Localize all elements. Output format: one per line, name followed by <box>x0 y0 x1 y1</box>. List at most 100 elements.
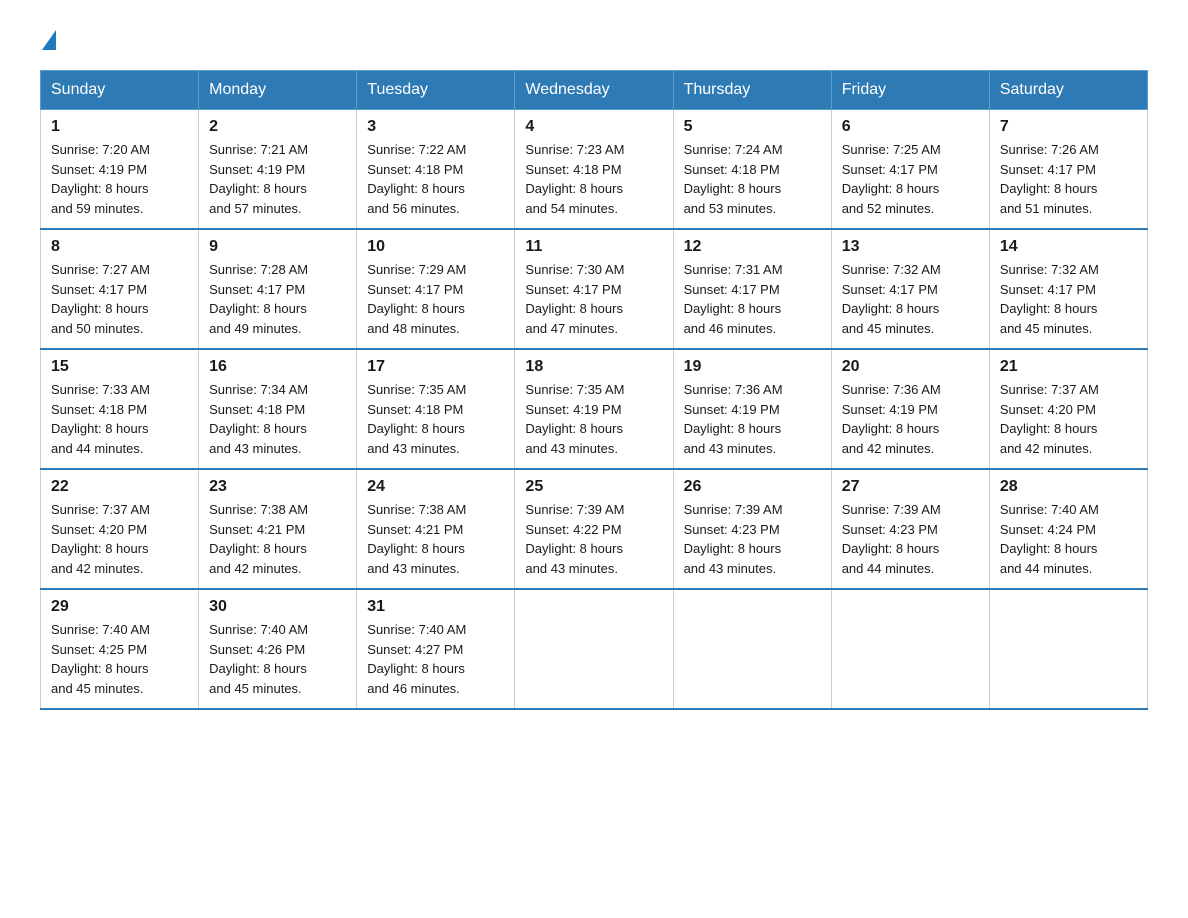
day-number: 19 <box>684 358 821 376</box>
weekday-header-sunday: Sunday <box>41 71 199 110</box>
calendar-cell: 12 Sunrise: 7:31 AMSunset: 4:17 PMDaylig… <box>673 229 831 349</box>
calendar-week-row: 15 Sunrise: 7:33 AMSunset: 4:18 PMDaylig… <box>41 349 1148 469</box>
day-number: 8 <box>51 238 188 256</box>
day-info: Sunrise: 7:36 AMSunset: 4:19 PMDaylight:… <box>684 382 783 456</box>
day-info: Sunrise: 7:32 AMSunset: 4:17 PMDaylight:… <box>1000 262 1099 336</box>
calendar-cell: 17 Sunrise: 7:35 AMSunset: 4:18 PMDaylig… <box>357 349 515 469</box>
day-number: 31 <box>367 598 504 616</box>
calendar-cell <box>673 589 831 709</box>
day-info: Sunrise: 7:23 AMSunset: 4:18 PMDaylight:… <box>525 142 624 216</box>
day-number: 30 <box>209 598 346 616</box>
weekday-header-row: SundayMondayTuesdayWednesdayThursdayFrid… <box>41 71 1148 110</box>
calendar-cell: 29 Sunrise: 7:40 AMSunset: 4:25 PMDaylig… <box>41 589 199 709</box>
day-info: Sunrise: 7:32 AMSunset: 4:17 PMDaylight:… <box>842 262 941 336</box>
day-info: Sunrise: 7:38 AMSunset: 4:21 PMDaylight:… <box>367 502 466 576</box>
day-info: Sunrise: 7:37 AMSunset: 4:20 PMDaylight:… <box>1000 382 1099 456</box>
weekday-header-monday: Monday <box>199 71 357 110</box>
weekday-header-wednesday: Wednesday <box>515 71 673 110</box>
weekday-header-tuesday: Tuesday <box>357 71 515 110</box>
calendar-cell: 18 Sunrise: 7:35 AMSunset: 4:19 PMDaylig… <box>515 349 673 469</box>
day-info: Sunrise: 7:34 AMSunset: 4:18 PMDaylight:… <box>209 382 308 456</box>
calendar-cell: 22 Sunrise: 7:37 AMSunset: 4:20 PMDaylig… <box>41 469 199 589</box>
calendar-cell: 21 Sunrise: 7:37 AMSunset: 4:20 PMDaylig… <box>989 349 1147 469</box>
weekday-header-friday: Friday <box>831 71 989 110</box>
day-number: 9 <box>209 238 346 256</box>
day-number: 26 <box>684 478 821 496</box>
calendar-cell: 6 Sunrise: 7:25 AMSunset: 4:17 PMDayligh… <box>831 110 989 230</box>
calendar-cell: 13 Sunrise: 7:32 AMSunset: 4:17 PMDaylig… <box>831 229 989 349</box>
calendar-cell: 7 Sunrise: 7:26 AMSunset: 4:17 PMDayligh… <box>989 110 1147 230</box>
day-number: 4 <box>525 118 662 136</box>
day-number: 10 <box>367 238 504 256</box>
day-info: Sunrise: 7:35 AMSunset: 4:18 PMDaylight:… <box>367 382 466 456</box>
day-info: Sunrise: 7:30 AMSunset: 4:17 PMDaylight:… <box>525 262 624 336</box>
calendar-cell: 5 Sunrise: 7:24 AMSunset: 4:18 PMDayligh… <box>673 110 831 230</box>
day-info: Sunrise: 7:20 AMSunset: 4:19 PMDaylight:… <box>51 142 150 216</box>
day-info: Sunrise: 7:40 AMSunset: 4:27 PMDaylight:… <box>367 622 466 696</box>
day-number: 7 <box>1000 118 1137 136</box>
calendar-table: SundayMondayTuesdayWednesdayThursdayFrid… <box>40 70 1148 710</box>
day-number: 27 <box>842 478 979 496</box>
day-number: 17 <box>367 358 504 376</box>
day-number: 5 <box>684 118 821 136</box>
calendar-cell: 15 Sunrise: 7:33 AMSunset: 4:18 PMDaylig… <box>41 349 199 469</box>
day-number: 20 <box>842 358 979 376</box>
calendar-week-row: 22 Sunrise: 7:37 AMSunset: 4:20 PMDaylig… <box>41 469 1148 589</box>
page-header <box>40 30 1148 50</box>
day-number: 12 <box>684 238 821 256</box>
day-info: Sunrise: 7:40 AMSunset: 4:25 PMDaylight:… <box>51 622 150 696</box>
day-info: Sunrise: 7:40 AMSunset: 4:26 PMDaylight:… <box>209 622 308 696</box>
day-info: Sunrise: 7:37 AMSunset: 4:20 PMDaylight:… <box>51 502 150 576</box>
calendar-cell <box>515 589 673 709</box>
day-number: 18 <box>525 358 662 376</box>
day-number: 22 <box>51 478 188 496</box>
calendar-cell: 19 Sunrise: 7:36 AMSunset: 4:19 PMDaylig… <box>673 349 831 469</box>
day-number: 28 <box>1000 478 1137 496</box>
day-info: Sunrise: 7:29 AMSunset: 4:17 PMDaylight:… <box>367 262 466 336</box>
day-number: 13 <box>842 238 979 256</box>
calendar-cell: 10 Sunrise: 7:29 AMSunset: 4:17 PMDaylig… <box>357 229 515 349</box>
day-info: Sunrise: 7:35 AMSunset: 4:19 PMDaylight:… <box>525 382 624 456</box>
day-number: 21 <box>1000 358 1137 376</box>
day-info: Sunrise: 7:27 AMSunset: 4:17 PMDaylight:… <box>51 262 150 336</box>
calendar-week-row: 1 Sunrise: 7:20 AMSunset: 4:19 PMDayligh… <box>41 110 1148 230</box>
weekday-header-saturday: Saturday <box>989 71 1147 110</box>
calendar-cell: 2 Sunrise: 7:21 AMSunset: 4:19 PMDayligh… <box>199 110 357 230</box>
calendar-cell: 14 Sunrise: 7:32 AMSunset: 4:17 PMDaylig… <box>989 229 1147 349</box>
calendar-cell: 11 Sunrise: 7:30 AMSunset: 4:17 PMDaylig… <box>515 229 673 349</box>
calendar-cell: 23 Sunrise: 7:38 AMSunset: 4:21 PMDaylig… <box>199 469 357 589</box>
day-info: Sunrise: 7:38 AMSunset: 4:21 PMDaylight:… <box>209 502 308 576</box>
day-number: 24 <box>367 478 504 496</box>
calendar-week-row: 29 Sunrise: 7:40 AMSunset: 4:25 PMDaylig… <box>41 589 1148 709</box>
day-info: Sunrise: 7:31 AMSunset: 4:17 PMDaylight:… <box>684 262 783 336</box>
day-number: 25 <box>525 478 662 496</box>
logo <box>40 30 58 50</box>
day-info: Sunrise: 7:24 AMSunset: 4:18 PMDaylight:… <box>684 142 783 216</box>
calendar-cell <box>989 589 1147 709</box>
day-info: Sunrise: 7:33 AMSunset: 4:18 PMDaylight:… <box>51 382 150 456</box>
calendar-cell: 4 Sunrise: 7:23 AMSunset: 4:18 PMDayligh… <box>515 110 673 230</box>
calendar-cell: 31 Sunrise: 7:40 AMSunset: 4:27 PMDaylig… <box>357 589 515 709</box>
day-info: Sunrise: 7:39 AMSunset: 4:23 PMDaylight:… <box>842 502 941 576</box>
calendar-week-row: 8 Sunrise: 7:27 AMSunset: 4:17 PMDayligh… <box>41 229 1148 349</box>
calendar-cell: 26 Sunrise: 7:39 AMSunset: 4:23 PMDaylig… <box>673 469 831 589</box>
day-info: Sunrise: 7:39 AMSunset: 4:23 PMDaylight:… <box>684 502 783 576</box>
calendar-cell: 25 Sunrise: 7:39 AMSunset: 4:22 PMDaylig… <box>515 469 673 589</box>
day-number: 11 <box>525 238 662 256</box>
day-number: 16 <box>209 358 346 376</box>
calendar-cell: 20 Sunrise: 7:36 AMSunset: 4:19 PMDaylig… <box>831 349 989 469</box>
calendar-cell: 27 Sunrise: 7:39 AMSunset: 4:23 PMDaylig… <box>831 469 989 589</box>
day-info: Sunrise: 7:26 AMSunset: 4:17 PMDaylight:… <box>1000 142 1099 216</box>
calendar-cell: 24 Sunrise: 7:38 AMSunset: 4:21 PMDaylig… <box>357 469 515 589</box>
calendar-cell: 28 Sunrise: 7:40 AMSunset: 4:24 PMDaylig… <box>989 469 1147 589</box>
day-info: Sunrise: 7:28 AMSunset: 4:17 PMDaylight:… <box>209 262 308 336</box>
day-info: Sunrise: 7:39 AMSunset: 4:22 PMDaylight:… <box>525 502 624 576</box>
day-number: 14 <box>1000 238 1137 256</box>
day-number: 1 <box>51 118 188 136</box>
day-info: Sunrise: 7:25 AMSunset: 4:17 PMDaylight:… <box>842 142 941 216</box>
day-number: 6 <box>842 118 979 136</box>
calendar-cell: 1 Sunrise: 7:20 AMSunset: 4:19 PMDayligh… <box>41 110 199 230</box>
day-number: 15 <box>51 358 188 376</box>
day-number: 29 <box>51 598 188 616</box>
day-number: 2 <box>209 118 346 136</box>
